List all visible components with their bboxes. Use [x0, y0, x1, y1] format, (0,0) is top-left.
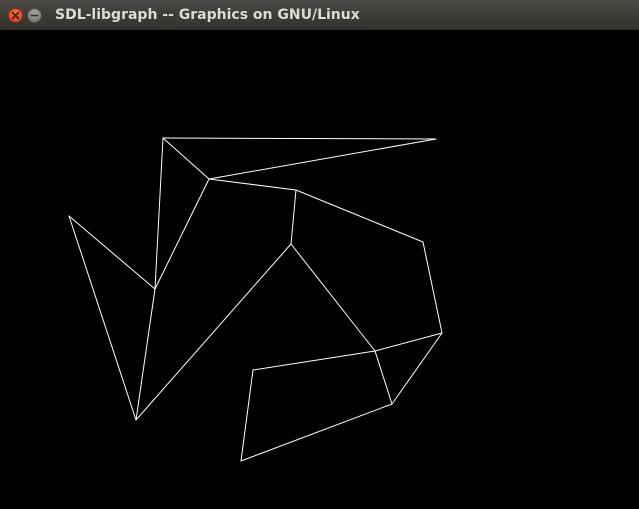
drawn-line [374, 332, 443, 352]
drawn-line [240, 369, 254, 462]
drawn-line [290, 189, 297, 245]
drawn-line [162, 137, 437, 140]
drawn-line [290, 243, 376, 352]
drawn-line [68, 215, 137, 421]
polyline-drawing [68, 137, 443, 462]
drawn-line [208, 138, 437, 180]
drawn-line [240, 403, 393, 462]
drawn-line [154, 137, 164, 290]
app-window: SDL-libgraph -- Graphics on GNU/Linux [0, 0, 639, 509]
drawn-line [295, 189, 424, 243]
close-window-button[interactable] [8, 8, 23, 23]
drawn-line [374, 350, 393, 405]
drawn-line [252, 350, 376, 371]
drawn-line [208, 178, 297, 191]
close-icon [11, 11, 20, 20]
drawn-line [135, 243, 292, 421]
window-title: SDL-libgraph -- Graphics on GNU/Linux [55, 7, 360, 23]
drawn-line [162, 137, 210, 180]
drawn-line [422, 241, 443, 334]
graphics-canvas[interactable] [0, 30, 639, 509]
drawn-line [135, 288, 156, 421]
drawn-line [391, 332, 443, 405]
drawn-line [154, 178, 210, 290]
title-bar[interactable]: SDL-libgraph -- Graphics on GNU/Linux [0, 0, 639, 30]
minimize-window-button[interactable] [27, 8, 42, 23]
minimize-icon [30, 14, 39, 17]
drawn-line [68, 215, 156, 290]
